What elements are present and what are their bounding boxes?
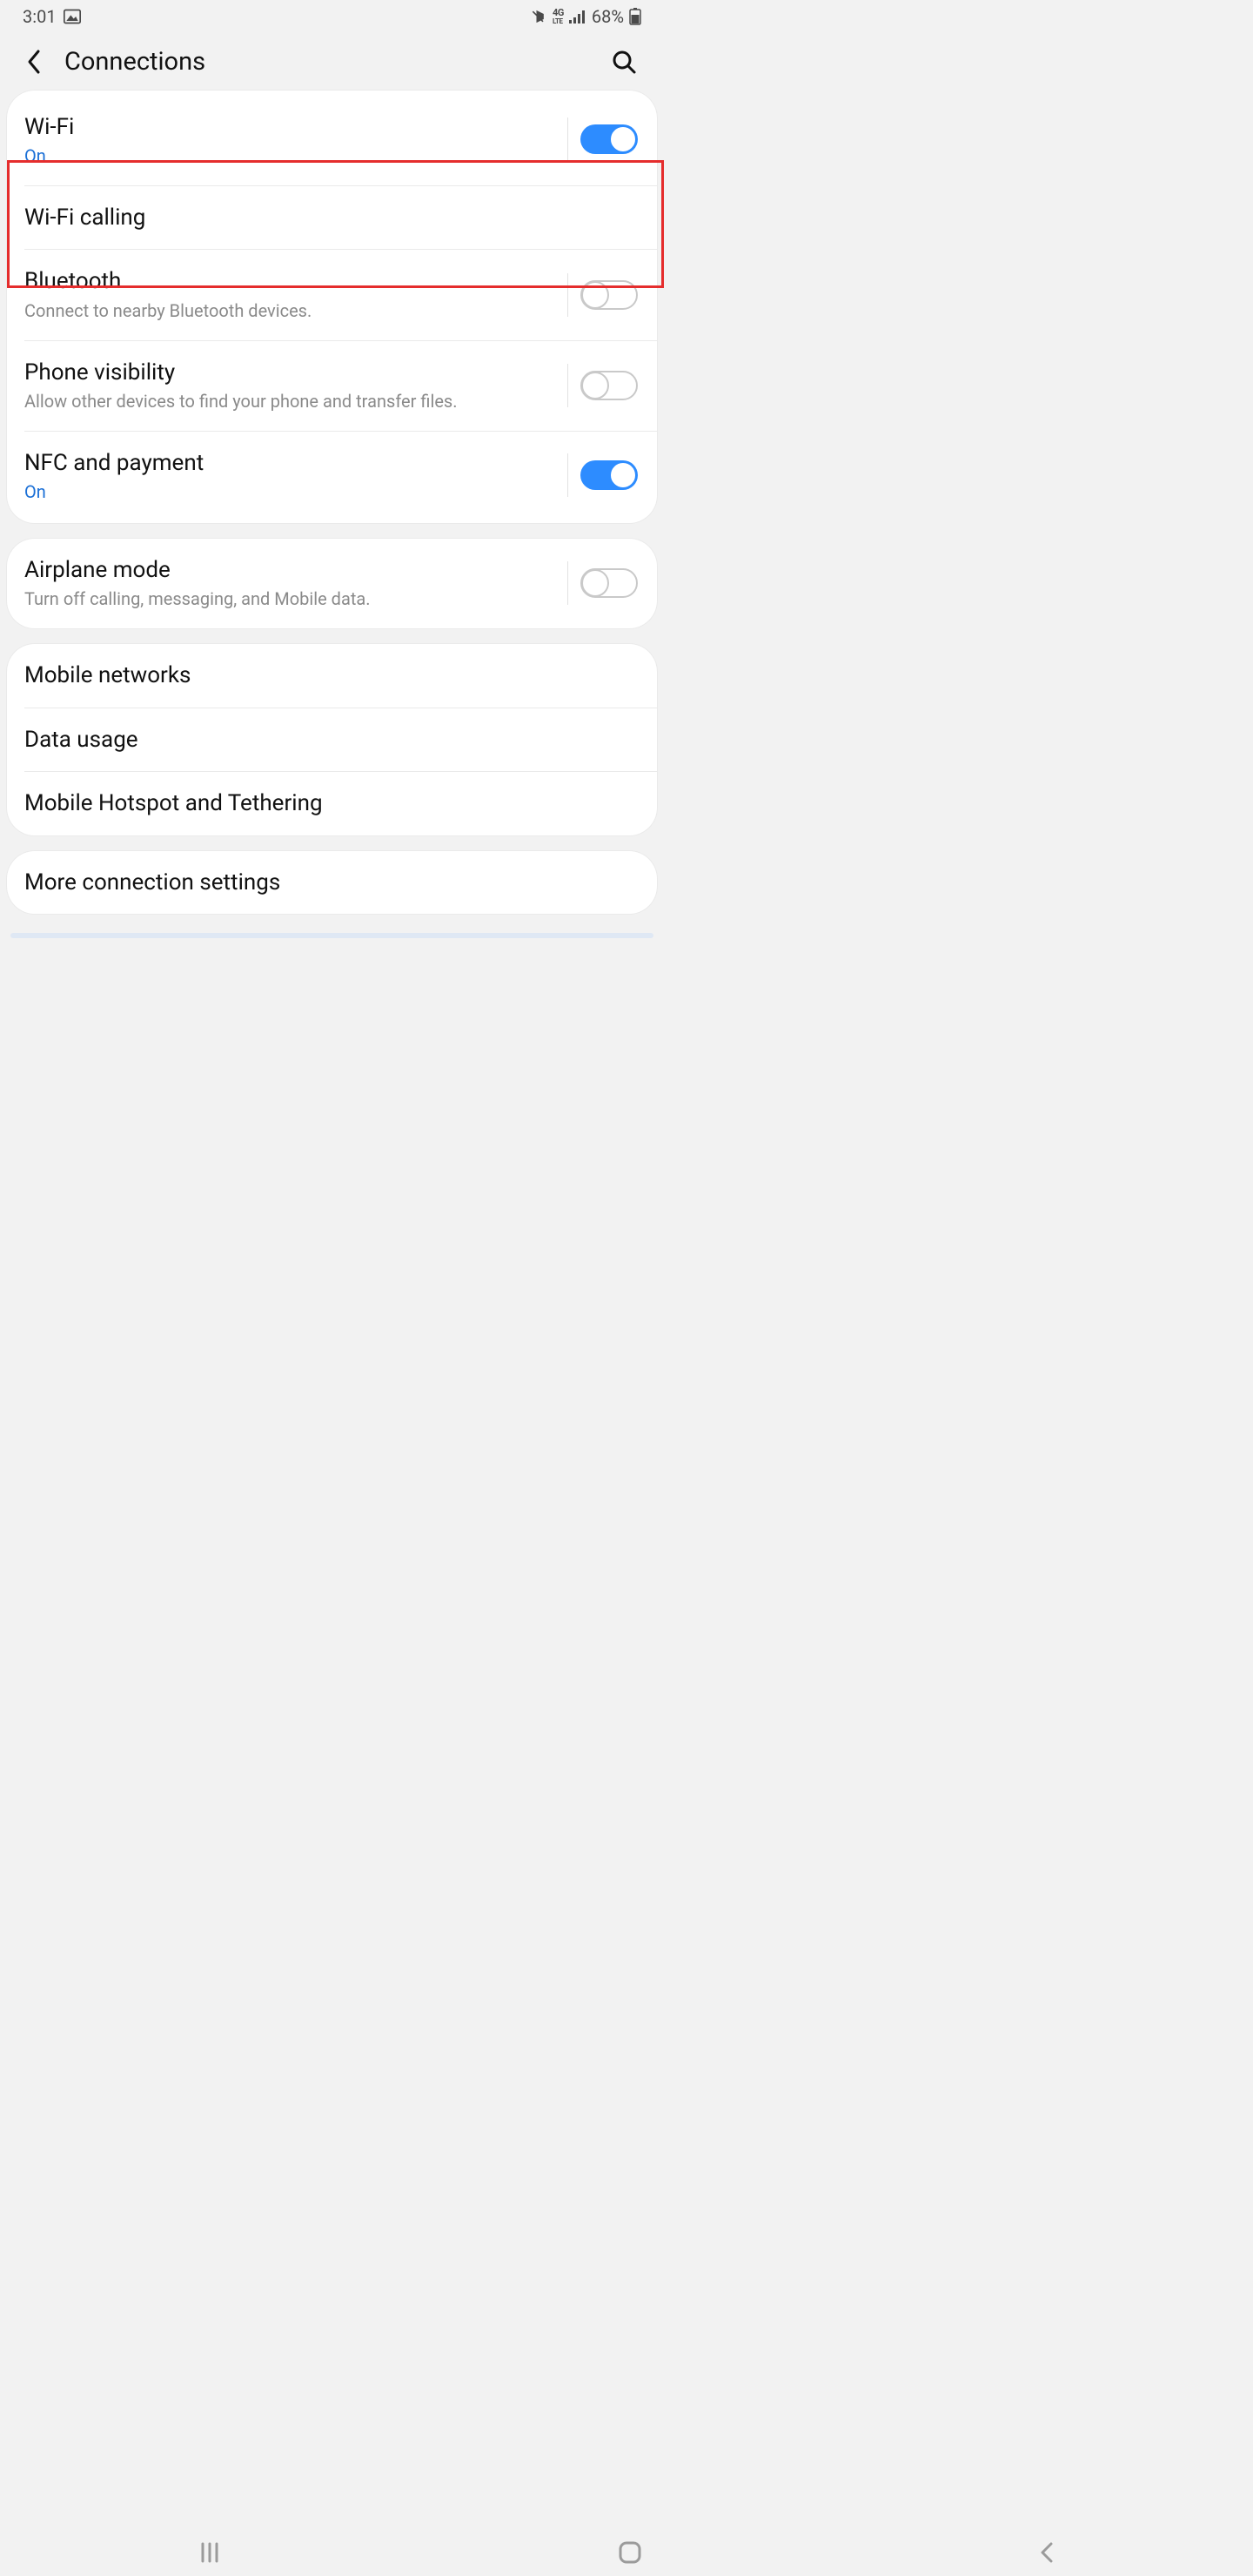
phone-visibility-toggle[interactable] [580, 371, 638, 400]
search-button[interactable] [606, 49, 641, 75]
main-content: Wi-Fi On Wi-Fi calling Bluetooth Connect… [0, 91, 664, 938]
vertical-divider [567, 453, 568, 497]
chevron-left-icon [26, 49, 42, 75]
recents-icon [198, 2542, 222, 2563]
signal-icon [569, 9, 586, 24]
item-data-usage[interactable]: Data usage [7, 708, 657, 772]
card-mobile: Mobile networks Data usage Mobile Hotspo… [7, 644, 657, 835]
search-icon [611, 49, 637, 75]
battery-icon [629, 8, 641, 25]
item-title: Mobile networks [24, 661, 627, 690]
item-title: NFC and payment [24, 449, 552, 478]
vertical-divider [567, 117, 568, 161]
item-nfc[interactable]: NFC and payment On [7, 432, 657, 523]
item-status: On [24, 145, 552, 166]
card-airplane: Airplane mode Turn off calling, messagin… [7, 539, 657, 629]
item-wifi[interactable]: Wi-Fi On [7, 91, 657, 185]
item-airplane-mode[interactable]: Airplane mode Turn off calling, messagin… [7, 539, 657, 629]
recents-button[interactable] [198, 2542, 222, 2563]
status-time: 3:01 [23, 6, 57, 27]
item-title: More connection settings [24, 869, 627, 897]
item-title: Bluetooth [24, 267, 552, 296]
item-more-connection-settings[interactable]: More connection settings [7, 851, 657, 915]
item-title: Phone visibility [24, 359, 552, 387]
status-bar: 3:01 4GLTE 68% [0, 0, 664, 33]
item-description: Connect to nearby Bluetooth devices. [24, 299, 552, 323]
wifi-toggle[interactable] [580, 124, 638, 154]
item-title: Wi-Fi calling [24, 204, 627, 232]
scroll-edge-indicator [10, 933, 653, 938]
item-phone-visibility[interactable]: Phone visibility Allow other devices to … [7, 341, 657, 432]
home-button[interactable] [618, 2540, 642, 2565]
item-wifi-calling[interactable]: Wi-Fi calling [7, 186, 657, 250]
item-description: Turn off calling, messaging, and Mobile … [24, 587, 552, 611]
bluetooth-toggle[interactable] [580, 280, 638, 310]
item-mobile-networks[interactable]: Mobile networks [7, 644, 657, 708]
picture-icon [64, 9, 81, 24]
item-title: Airplane mode [24, 556, 552, 585]
item-description: Allow other devices to find your phone a… [24, 390, 552, 413]
home-icon [618, 2540, 642, 2565]
status-left: 3:01 [23, 6, 81, 27]
item-title: Mobile Hotspot and Tethering [24, 789, 627, 818]
network-type-icon: 4GLTE [553, 9, 564, 25]
item-title: Data usage [24, 726, 627, 755]
item-status: On [24, 481, 552, 502]
item-bluetooth[interactable]: Bluetooth Connect to nearby Bluetooth de… [7, 250, 657, 340]
back-button[interactable] [19, 49, 49, 75]
card-more: More connection settings [7, 851, 657, 915]
app-bar: Connections [0, 33, 664, 91]
card-connections-main: Wi-Fi On Wi-Fi calling Bluetooth Connect… [7, 91, 657, 523]
vertical-divider [567, 561, 568, 605]
vertical-divider [567, 273, 568, 317]
nfc-toggle[interactable] [580, 460, 638, 490]
page-title: Connections [64, 47, 606, 77]
item-title: Wi-Fi [24, 113, 552, 142]
system-nav-bar [0, 2529, 1253, 2576]
back-nav-button[interactable] [1038, 2540, 1055, 2565]
item-hotspot[interactable]: Mobile Hotspot and Tethering [7, 772, 657, 835]
vibrate-icon [530, 9, 547, 24]
battery-percent: 68% [592, 6, 624, 27]
vertical-divider [567, 364, 568, 407]
chevron-left-icon [1038, 2540, 1055, 2565]
airplane-toggle[interactable] [580, 568, 638, 598]
status-right: 4GLTE 68% [530, 6, 641, 27]
